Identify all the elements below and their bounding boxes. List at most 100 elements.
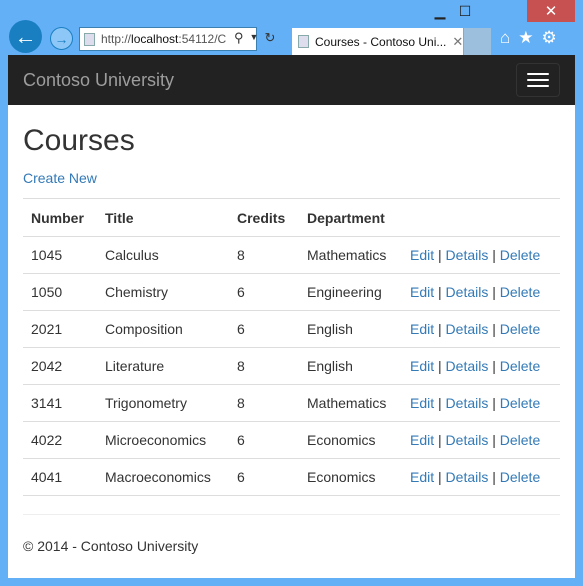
footer-divider <box>23 514 560 515</box>
delete-link[interactable]: Delete <box>500 247 540 263</box>
separator: | <box>438 395 442 411</box>
url-host: localhost <box>131 32 179 46</box>
maximize-button[interactable]: ☐ <box>450 0 480 22</box>
home-icon[interactable]: ⌂ <box>500 28 510 48</box>
table-cell: 4022 <box>23 421 97 459</box>
dropdown-icon[interactable]: ▼ <box>250 30 259 46</box>
navbar: Contoso University <box>8 55 575 105</box>
table-cell: 6 <box>229 421 299 459</box>
table-cell: 8 <box>229 236 299 274</box>
table-cell: 6 <box>229 458 299 496</box>
details-link[interactable]: Details <box>446 247 489 263</box>
close-tab-icon[interactable]: ✕ <box>452 34 463 50</box>
delete-link[interactable]: Delete <box>500 432 540 448</box>
table-cell: 8 <box>229 384 299 422</box>
delete-link[interactable]: Delete <box>500 395 540 411</box>
actions-cell: Edit | Details | Delete <box>402 273 560 311</box>
actions-cell: Edit | Details | Delete <box>402 384 560 422</box>
actions-cell: Edit | Details | Delete <box>402 347 560 385</box>
table-cell: 4041 <box>23 458 97 496</box>
separator: | <box>438 469 442 485</box>
column-header <box>402 198 560 237</box>
table-row: 1050 Chemistry 6 Engineering Edit | Details … <box>23 273 560 311</box>
table-row: 2042 Literature 8 English Edit | Details | D… <box>23 347 560 385</box>
details-link[interactable]: Details <box>446 284 489 300</box>
separator: | <box>438 247 442 263</box>
separator: | <box>492 247 496 263</box>
table-row: 4022 Microeconomics 6 Economics Edit | Detai… <box>23 421 560 459</box>
url-rest: :54112/C <box>178 32 227 46</box>
table-cell: 6 <box>229 310 299 348</box>
separator: | <box>492 358 496 374</box>
tab-title: Courses - Contoso Uni... <box>315 34 447 49</box>
table-cell: Economics <box>299 458 402 496</box>
table-cell: Composition <box>97 310 229 348</box>
address-bar[interactable]: http://localhost:54112/C <box>79 27 257 51</box>
close-button[interactable]: ✕ <box>527 0 575 22</box>
table-cell: 1050 <box>23 273 97 311</box>
brand-link[interactable]: Contoso University <box>23 70 174 91</box>
table-cell: 2042 <box>23 347 97 385</box>
create-new-link[interactable]: Create New <box>23 170 97 186</box>
table-row: 2021 Composition 6 English Edit | Details | … <box>23 310 560 348</box>
separator: | <box>438 358 442 374</box>
separator: | <box>438 284 442 300</box>
delete-link[interactable]: Delete <box>500 284 540 300</box>
details-link[interactable]: Details <box>446 469 489 485</box>
search-icon[interactable]: ⚲ <box>234 30 244 46</box>
new-tab-button[interactable] <box>464 28 491 55</box>
separator: | <box>492 321 496 337</box>
tab-courses[interactable]: Courses - Contoso Uni... ✕ <box>292 28 463 55</box>
table-cell: 6 <box>229 273 299 311</box>
delete-link[interactable]: Delete <box>500 469 540 485</box>
separator: | <box>438 321 442 337</box>
table-cell: English <box>299 347 402 385</box>
table-cell: Literature <box>97 347 229 385</box>
separator: | <box>492 469 496 485</box>
edit-link[interactable]: Edit <box>410 432 434 448</box>
edit-link[interactable]: Edit <box>410 395 434 411</box>
delete-link[interactable]: Delete <box>500 358 540 374</box>
table-row: 3141 Trigonometry 8 Mathematics Edit | Detai… <box>23 384 560 422</box>
details-link[interactable]: Details <box>446 358 489 374</box>
table-cell: Chemistry <box>97 273 229 311</box>
actions-cell: Edit | Details | Delete <box>402 236 560 274</box>
courses-table: Number Title Credits Department 1045 Calculu… <box>23 198 560 496</box>
table-cell: 3141 <box>23 384 97 422</box>
page-icon <box>84 32 95 46</box>
table-cell: English <box>299 310 402 348</box>
edit-link[interactable]: Edit <box>410 358 434 374</box>
edit-link[interactable]: Edit <box>410 321 434 337</box>
table-cell: Mathematics <box>299 236 402 274</box>
table-cell: Macroeconomics <box>97 458 229 496</box>
separator: | <box>438 432 442 448</box>
actions-cell: Edit | Details | Delete <box>402 458 560 496</box>
back-icon[interactable]: ← <box>9 20 42 53</box>
table-cell: Mathematics <box>299 384 402 422</box>
table-cell: 1045 <box>23 236 97 274</box>
forward-icon[interactable]: → <box>50 27 73 50</box>
edit-link[interactable]: Edit <box>410 247 434 263</box>
table-cell: Economics <box>299 421 402 459</box>
details-link[interactable]: Details <box>446 432 489 448</box>
gear-icon[interactable]: ⚙ <box>542 28 557 48</box>
separator: | <box>492 432 496 448</box>
page-title: Courses <box>23 124 135 157</box>
footer-text: © 2014 - Contoso University <box>23 538 199 554</box>
column-header: Department <box>299 198 402 237</box>
refresh-icon[interactable]: ↻ <box>264 30 275 46</box>
star-icon[interactable]: ★ <box>518 28 533 48</box>
delete-link[interactable]: Delete <box>500 321 540 337</box>
edit-link[interactable]: Edit <box>410 284 434 300</box>
separator: | <box>492 284 496 300</box>
edit-link[interactable]: Edit <box>410 469 434 485</box>
details-link[interactable]: Details <box>446 321 489 337</box>
page-icon <box>298 35 309 48</box>
actions-cell: Edit | Details | Delete <box>402 421 560 459</box>
page-content: Contoso University Courses Create New Nu… <box>8 55 575 578</box>
separator: | <box>492 395 496 411</box>
details-link[interactable]: Details <box>446 395 489 411</box>
column-header: Credits <box>229 198 299 237</box>
actions-cell: Edit | Details | Delete <box>402 310 560 348</box>
menu-toggle-button[interactable] <box>516 63 560 97</box>
